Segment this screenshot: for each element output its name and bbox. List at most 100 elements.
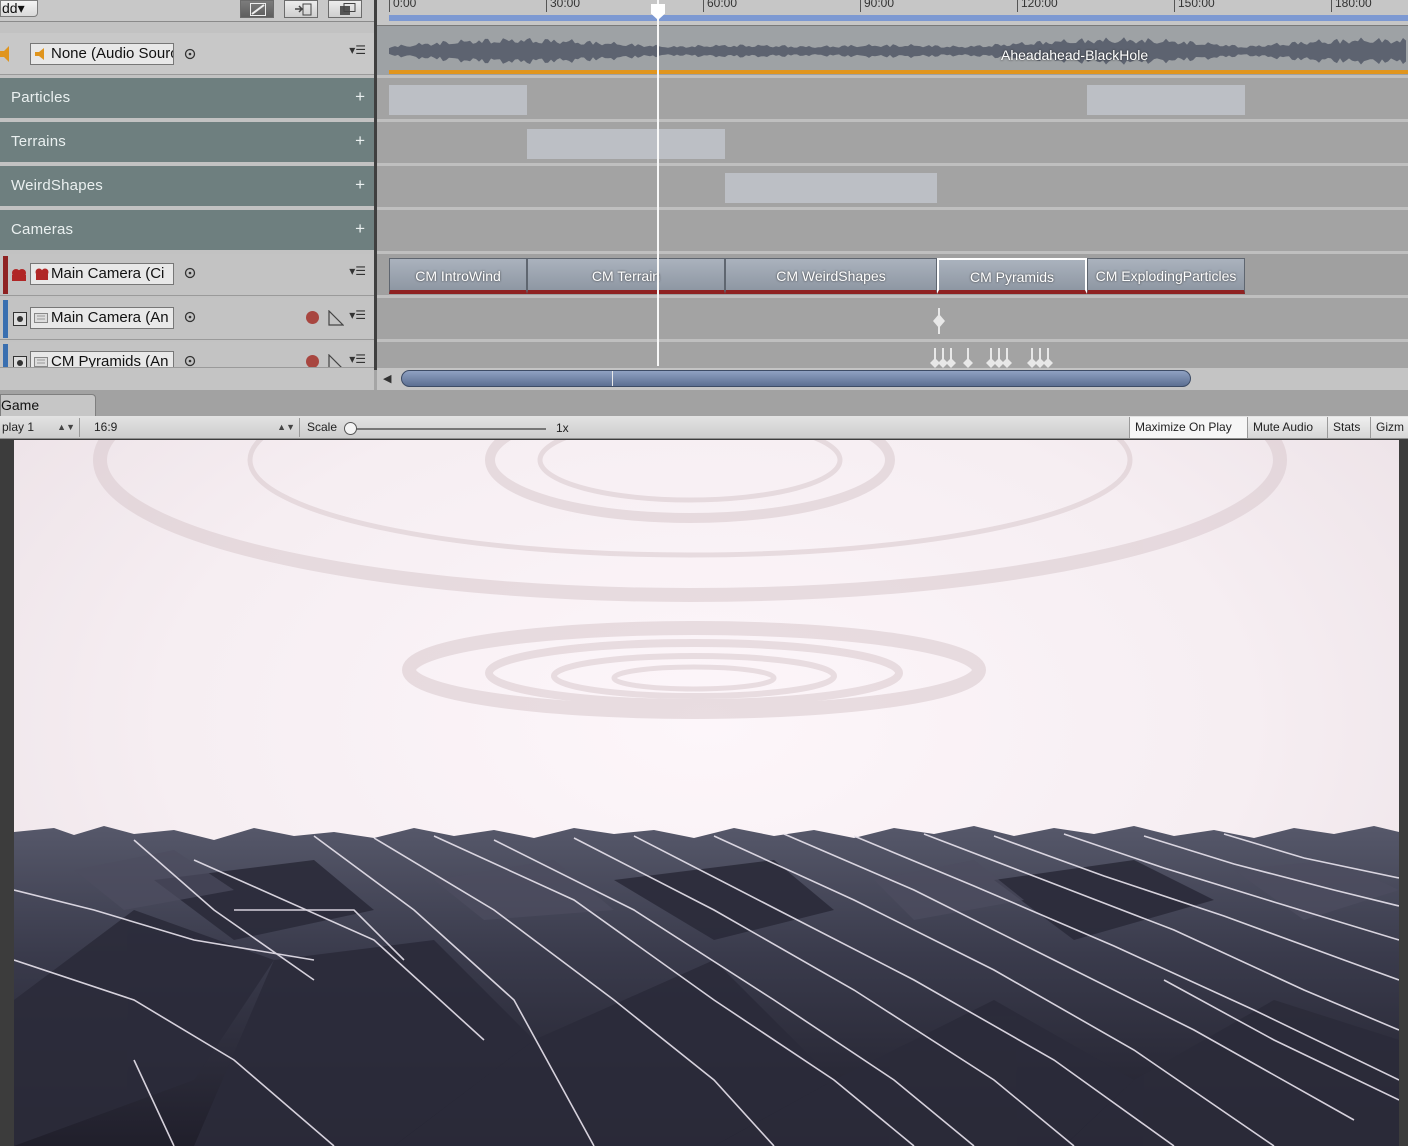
camera-clip[interactable]: CM ExplodingParticles bbox=[1087, 258, 1245, 294]
ruler-label: 90:00 bbox=[864, 0, 895, 10]
terrains-lane[interactable] bbox=[377, 122, 1408, 166]
horizontal-scrollbar[interactable]: ◀ bbox=[377, 368, 1408, 390]
cinemachine-icon bbox=[12, 269, 26, 281]
clip-ghost[interactable] bbox=[725, 173, 937, 203]
camera-clip[interactable]: CM IntroWind bbox=[389, 258, 527, 294]
track-menu-icon[interactable]: ▾☰ bbox=[349, 308, 366, 322]
group-label: WeirdShapes bbox=[11, 177, 103, 194]
scroll-thumb[interactable] bbox=[401, 370, 1191, 387]
mix-mode-button[interactable] bbox=[240, 0, 274, 18]
target-icon[interactable] bbox=[184, 355, 196, 367]
group-particles[interactable]: Particles + bbox=[0, 78, 374, 118]
target-icon[interactable] bbox=[184, 311, 196, 323]
add-icon[interactable]: + bbox=[355, 131, 365, 151]
animator-icon bbox=[13, 356, 27, 367]
ruler-tick bbox=[1174, 0, 1175, 12]
scale-slider-track[interactable] bbox=[350, 428, 546, 430]
replace-mode-button[interactable] bbox=[328, 0, 362, 18]
camera-clip[interactable]: CM WeirdShapes bbox=[725, 258, 937, 294]
maximize-on-play-button[interactable]: Maximize On Play bbox=[1129, 417, 1247, 438]
record-button[interactable] bbox=[306, 311, 319, 324]
clip-ghost[interactable] bbox=[527, 129, 725, 159]
add-icon[interactable]: + bbox=[355, 87, 365, 107]
camera-brain-field[interactable]: Main Camera (Ci bbox=[30, 263, 174, 285]
scene-render bbox=[14, 440, 1399, 1146]
track-menu-icon[interactable]: ▾☰ bbox=[349, 352, 366, 366]
scale-value: 1x bbox=[556, 421, 569, 435]
animation-track-main-camera[interactable]: Main Camera (An ▾☰ bbox=[0, 298, 374, 340]
curves-icon[interactable] bbox=[328, 310, 344, 326]
audio-clip-label: Aheadahead-BlackHole bbox=[1001, 47, 1149, 63]
anim-lane-2[interactable] bbox=[377, 342, 1408, 370]
audio-track[interactable]: None (Audio Source ▾☰ bbox=[0, 33, 374, 75]
add-track-button[interactable]: dd▾ bbox=[0, 0, 38, 17]
ruler-tick bbox=[860, 0, 861, 12]
clip-ghost[interactable] bbox=[389, 85, 527, 115]
gizmos-button[interactable]: Gizm bbox=[1370, 417, 1408, 438]
scale-label: Scale bbox=[307, 420, 338, 434]
ruler-label: 60:00 bbox=[707, 0, 738, 10]
curves-icon[interactable] bbox=[328, 354, 344, 368]
group-weirdshapes[interactable]: WeirdShapes + bbox=[0, 166, 374, 206]
target-icon[interactable] bbox=[184, 267, 196, 279]
group-cameras[interactable]: Cameras + bbox=[0, 210, 374, 250]
animator-field[interactable]: CM Pyramids (An bbox=[30, 351, 174, 367]
ruler-tick bbox=[389, 0, 390, 12]
viewport-letterbox-left bbox=[0, 440, 14, 1146]
record-button[interactable] bbox=[306, 355, 319, 367]
tab-game[interactable]: Game bbox=[0, 394, 96, 416]
group-label: Terrains bbox=[11, 133, 66, 150]
audio-lane[interactable]: Aheadahead-BlackHole bbox=[377, 26, 1408, 78]
game-viewport[interactable] bbox=[14, 440, 1399, 1146]
anim-lane-1[interactable] bbox=[377, 298, 1408, 342]
playhead-line[interactable] bbox=[657, 0, 659, 366]
mute-audio-button[interactable]: Mute Audio bbox=[1247, 417, 1327, 438]
scroll-left-arrow-icon[interactable]: ◀ bbox=[383, 372, 391, 385]
particles-lane[interactable] bbox=[377, 78, 1408, 122]
aspect-select[interactable]: 16:9 ▲▼ bbox=[88, 418, 300, 437]
display-value: play 1 bbox=[2, 420, 35, 434]
audio-source-field[interactable]: None (Audio Source bbox=[30, 43, 174, 65]
camera-clip[interactable]: CM Terrain bbox=[527, 258, 725, 294]
ruler-label: 150:00 bbox=[1178, 0, 1215, 10]
audio-source-icon bbox=[35, 48, 44, 60]
animator-field[interactable]: Main Camera (An bbox=[30, 307, 174, 329]
cinemachine-track[interactable]: Main Camera (Ci ▾☰ bbox=[0, 254, 374, 296]
group-terrains[interactable]: Terrains + bbox=[0, 122, 374, 162]
ruler-tick bbox=[1017, 0, 1018, 12]
animator-label: Main Camera (An bbox=[51, 309, 169, 326]
track-menu-icon[interactable]: ▾☰ bbox=[349, 43, 366, 57]
camera-clip-selected[interactable]: CM Pyramids bbox=[937, 258, 1087, 294]
add-icon[interactable]: + bbox=[355, 175, 365, 195]
speaker-icon bbox=[0, 46, 9, 62]
track-list-footer bbox=[0, 368, 374, 390]
ruler-label: 30:00 bbox=[550, 0, 581, 10]
ripple-mode-button[interactable] bbox=[284, 0, 318, 18]
mix-mode-icon bbox=[250, 3, 266, 16]
timeline-lanes[interactable]: 0:00 30:00 60:00 90:00 120:00 150:00 180:00 Ah… bbox=[377, 0, 1408, 370]
group-label: Particles bbox=[11, 89, 71, 106]
stats-button[interactable]: Stats bbox=[1327, 417, 1370, 438]
animation-track-cm-pyramids[interactable]: CM Pyramids (An ▾☰ bbox=[0, 342, 374, 368]
display-select[interactable]: play 1 ▲▼ bbox=[0, 418, 80, 437]
cameras-lane[interactable] bbox=[377, 210, 1408, 254]
add-icon[interactable]: + bbox=[355, 219, 365, 239]
viewport-letterbox-right bbox=[1399, 440, 1408, 1146]
clip-ghost[interactable] bbox=[1087, 85, 1245, 115]
keyframes-icon[interactable] bbox=[929, 346, 1069, 370]
weirdshapes-lane[interactable] bbox=[377, 166, 1408, 210]
track-color-bar bbox=[3, 256, 8, 294]
camera-brain-label: Main Camera (Ci bbox=[51, 265, 165, 282]
keyframe-icon[interactable] bbox=[932, 308, 946, 334]
track-menu-icon[interactable]: ▾☰ bbox=[349, 264, 366, 278]
animator-object-icon bbox=[34, 313, 48, 323]
timeline-window: dd▾ None (Audio Source ▾☰ Particles + Te… bbox=[0, 0, 1408, 390]
audio-waveform bbox=[389, 37, 1406, 65]
select-arrows-icon: ▲▼ bbox=[57, 422, 75, 432]
sky-rings bbox=[93, 440, 1287, 719]
play-range-bar bbox=[389, 15, 1408, 21]
scale-slider-knob[interactable] bbox=[344, 422, 357, 435]
target-icon[interactable] bbox=[184, 48, 196, 60]
time-ruler[interactable]: 0:00 30:00 60:00 90:00 120:00 150:00 180:00 bbox=[377, 0, 1408, 26]
track-list: dd▾ None (Audio Source ▾☰ Particles + Te… bbox=[0, 0, 374, 390]
